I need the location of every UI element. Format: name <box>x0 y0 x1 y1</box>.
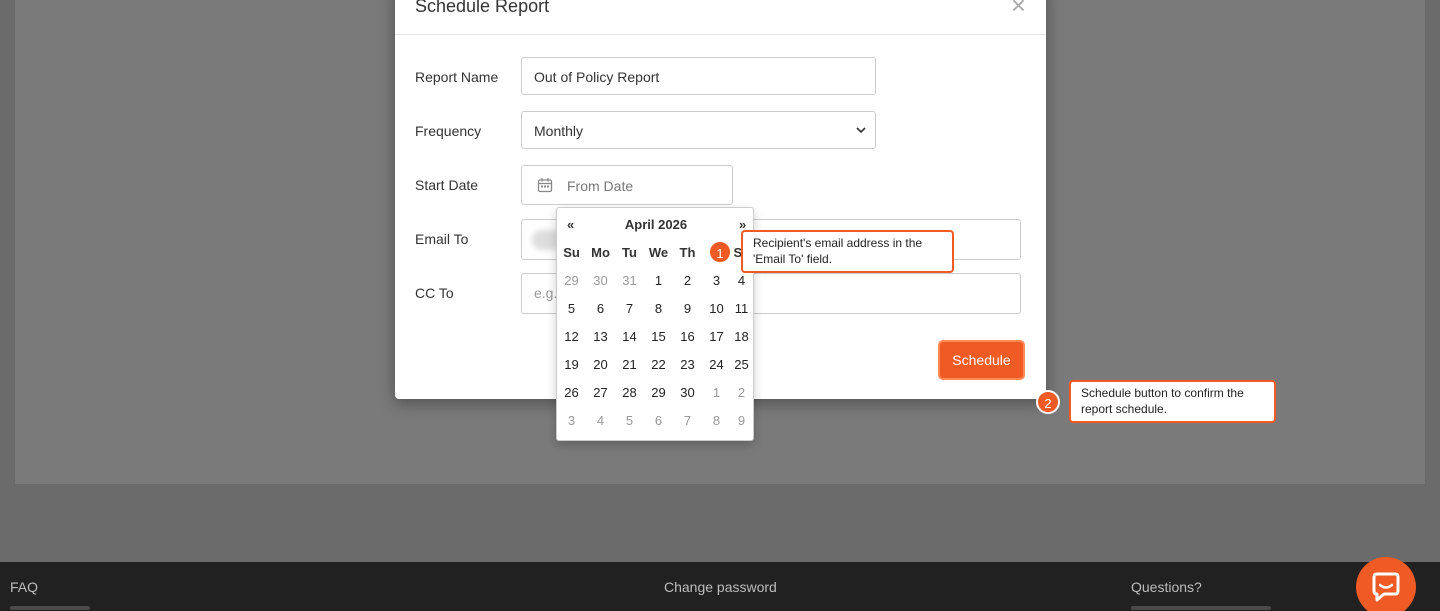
calendar-day[interactable]: 31 <box>615 268 644 294</box>
weekday-header-su: Su <box>563 245 580 260</box>
start-date-placeholder: From Date <box>567 178 634 194</box>
frequency-select[interactable]: Monthly <box>521 111 876 149</box>
calendar-day[interactable]: 18 <box>727 324 756 350</box>
schedule-button[interactable]: Schedule <box>940 342 1023 378</box>
calendar-day[interactable]: 2 <box>673 268 702 294</box>
calendar-day[interactable]: 15 <box>644 324 673 350</box>
calendar-day[interactable]: 29 <box>557 268 586 294</box>
cc-to-label: CC To <box>415 285 454 301</box>
calendar-day[interactable]: 29 <box>644 380 673 406</box>
calendar-day[interactable]: 30 <box>673 380 702 406</box>
datepicker-month-title[interactable]: April 2026 <box>557 217 755 232</box>
report-name-label: Report Name <box>415 69 499 85</box>
modal-divider <box>395 34 1046 35</box>
calendar-day[interactable]: 5 <box>557 296 586 322</box>
calendar-day[interactable]: 11 <box>727 296 756 322</box>
chevron-down-icon <box>856 127 866 134</box>
calendar-day[interactable]: 9 <box>727 408 756 434</box>
footer: FAQ Change password Questions? <box>0 562 1440 611</box>
weekday-header-mo: Mo <box>591 245 610 260</box>
calendar-day[interactable]: 19 <box>557 352 586 378</box>
footer-change-password-link[interactable]: Change password <box>664 579 777 595</box>
calendar-day[interactable]: 5 <box>615 408 644 434</box>
frequency-label: Frequency <box>415 123 482 139</box>
footer-cutoff-text <box>1131 606 1271 610</box>
chat-icon <box>1372 572 1400 602</box>
annotation-marker-2: 2 <box>1036 390 1060 414</box>
annotation-callout-1: Recipient's email address in the 'Email … <box>741 230 954 274</box>
calendar-day[interactable]: 13 <box>586 324 615 350</box>
calendar-day[interactable]: 14 <box>615 324 644 350</box>
calendar-icon <box>537 178 553 193</box>
calendar-day[interactable]: 3 <box>557 408 586 434</box>
calendar-day[interactable]: 6 <box>644 408 673 434</box>
modal-title: Schedule Report <box>415 0 550 16</box>
calendar-day[interactable]: 7 <box>673 408 702 434</box>
close-icon[interactable]: × <box>1011 0 1026 18</box>
calendar-day[interactable]: 30 <box>586 268 615 294</box>
weekday-header-th: Th <box>679 245 696 260</box>
footer-questions-label: Questions? <box>1131 579 1202 595</box>
footer-cutoff-text <box>10 606 90 610</box>
cc-to-placeholder: e.g. <box>534 285 558 301</box>
annotation-callout-2: Schedule button to confirm the report sc… <box>1069 380 1276 424</box>
calendar-day[interactable]: 6 <box>586 296 615 322</box>
calendar-day[interactable]: 9 <box>673 296 702 322</box>
chat-button[interactable] <box>1356 557 1416 611</box>
calendar-day[interactable]: 4 <box>586 408 615 434</box>
calendar-day[interactable]: 25 <box>727 352 756 378</box>
weekday-header-we: We <box>648 245 669 260</box>
start-date-input[interactable]: From Date <box>521 165 733 205</box>
calendar-day[interactable]: 16 <box>673 324 702 350</box>
calendar-day[interactable]: 1 <box>644 268 673 294</box>
calendar-day[interactable]: 7 <box>615 296 644 322</box>
calendar-day[interactable]: 12 <box>557 324 586 350</box>
report-name-value: Out of Policy Report <box>534 69 660 85</box>
footer-faq-link[interactable]: FAQ <box>10 579 38 595</box>
email-to-label: Email To <box>415 231 469 247</box>
calendar-day[interactable]: 21 <box>615 352 644 378</box>
annotation-marker-1: 1 <box>708 240 732 264</box>
calendar-day[interactable]: 23 <box>673 352 702 378</box>
calendar-day[interactable]: 26 <box>557 380 586 406</box>
calendar-day[interactable]: 2 <box>727 380 756 406</box>
start-date-label: Start Date <box>415 177 479 193</box>
calendar-day[interactable]: 28 <box>615 380 644 406</box>
calendar-day[interactable]: 22 <box>644 352 673 378</box>
weekday-header-tu: Tu <box>622 245 637 260</box>
datepicker-prev-button[interactable]: « <box>567 217 574 232</box>
calendar-day[interactable]: 8 <box>644 296 673 322</box>
report-name-input[interactable]: Out of Policy Report <box>521 57 876 95</box>
calendar-day[interactable]: 27 <box>586 380 615 406</box>
calendar-day[interactable]: 20 <box>586 352 615 378</box>
frequency-value: Monthly <box>534 123 584 139</box>
